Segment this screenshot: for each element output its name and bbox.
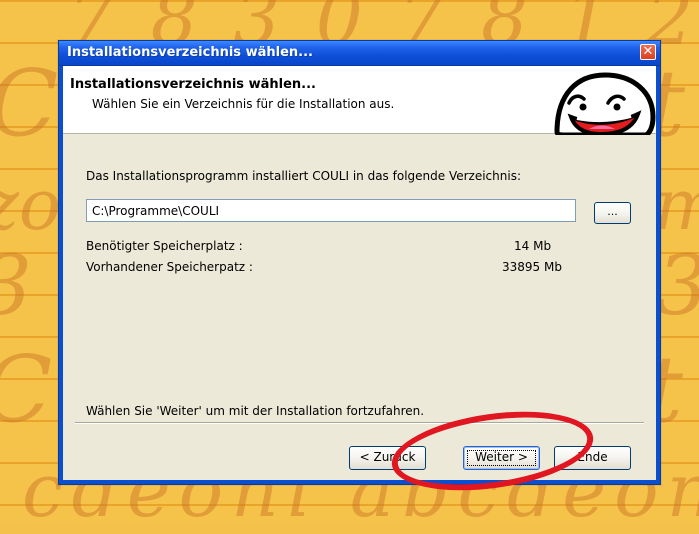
background-handwriting-right-3: 3 [656, 246, 699, 328]
next-button[interactable]: Weiter > [463, 446, 540, 470]
required-space-value: 14 Mb [514, 239, 552, 253]
available-space-label: Vorhandener Speicherpatz : [86, 260, 253, 274]
end-button-label: Ende [577, 450, 608, 464]
available-space-value: 33895 Mb [502, 260, 562, 274]
mascot-icon [554, 72, 656, 135]
back-button[interactable]: < Zurück [349, 446, 426, 470]
window-title: Installationsverzeichnis wählen... [67, 45, 313, 60]
continue-instruction: Wählen Sie 'Weiter' um mit der Installat… [86, 404, 425, 418]
background-handwriting-left-2: zo [0, 164, 62, 246]
install-directory-instruction: Das Installationsprogramm installiert CO… [86, 169, 521, 183]
background-handwriting-left-3: 3 [0, 246, 32, 328]
close-icon[interactable]: ✕ [640, 44, 656, 60]
next-button-label: Weiter > [475, 450, 528, 464]
install-path-input[interactable] [86, 199, 576, 222]
header-panel: Installationsverzeichnis wählen... Wähle… [63, 66, 656, 135]
end-button[interactable]: Ende [554, 446, 631, 470]
background-handwriting-left-4: C [0, 344, 52, 436]
back-button-label: < Zurück [359, 450, 416, 464]
background-handwriting-left-1: C [0, 58, 58, 150]
page-subtitle: Wählen Sie ein Verzeichnis für die Insta… [92, 97, 395, 111]
window-titlebar[interactable]: Installationsverzeichnis wählen... ✕ [59, 41, 660, 66]
required-space-label: Benötigter Speicherplatz : [86, 239, 243, 253]
window-client-area: Installationsverzeichnis wählen... Wähle… [63, 66, 656, 480]
page-title: Installationsverzeichnis wählen... [70, 77, 316, 92]
installer-window: Installationsverzeichnis wählen... ✕ Ins… [58, 40, 661, 485]
footer-separator [75, 422, 644, 424]
browse-button[interactable]: ... [594, 202, 631, 224]
